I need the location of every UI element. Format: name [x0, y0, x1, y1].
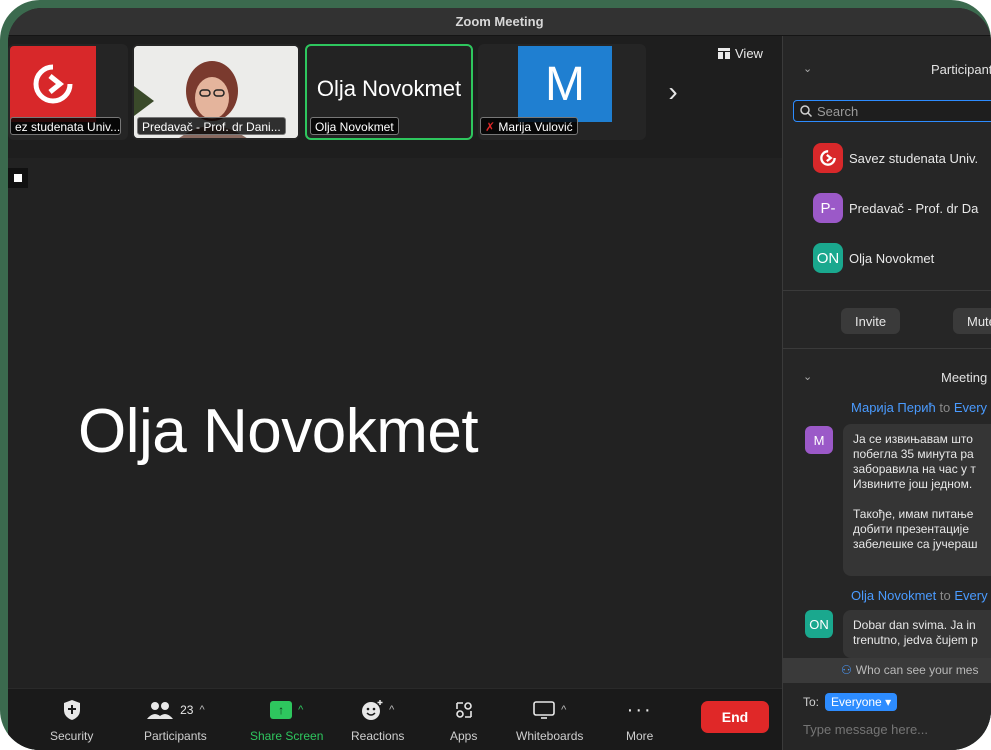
- participant-row[interactable]: ON Olja Novokmet: [813, 243, 935, 273]
- participants-label: Participants: [144, 729, 207, 743]
- caret-up-icon[interactable]: ^: [389, 704, 394, 716]
- smiley-icon: [362, 700, 383, 720]
- chat-message: Ја се извињавам што побегла 35 минута ра…: [843, 424, 991, 576]
- participant-row[interactable]: P- Predavač - Prof. dr Da: [813, 193, 979, 223]
- security-label: Security: [50, 729, 94, 743]
- chat-panel-title: Meeting (: [941, 370, 991, 385]
- savez-logo-icon: [33, 64, 73, 104]
- participants-panel-title: Participant: [931, 62, 991, 77]
- share-screen-icon: ↑: [270, 701, 293, 719]
- participants-panel-header: ⌄ Participant: [783, 52, 991, 86]
- avatar: ON: [813, 243, 843, 273]
- participants-count: 23: [180, 703, 194, 717]
- avatar: P-: [813, 193, 843, 223]
- participant-row[interactable]: Savez studenata Univ.: [813, 143, 979, 173]
- mute-all-button[interactable]: Mute A: [953, 308, 991, 334]
- caret-up-icon[interactable]: ^: [298, 704, 303, 716]
- view-button[interactable]: View: [718, 44, 763, 62]
- participants-button[interactable]: 23 ^ Participants: [144, 695, 207, 743]
- zoom-window: Zoom Meeting ez studenata Univ... Predav…: [8, 8, 991, 750]
- more-label: More: [626, 729, 654, 743]
- apps-button[interactable]: Apps: [450, 695, 477, 743]
- tile-participant-name: Olja Novokmet: [316, 76, 462, 101]
- participants-icon: [147, 702, 174, 719]
- main-speaker-name: Olja Novokmet: [78, 397, 479, 466]
- more-dots-icon: ···: [626, 698, 653, 721]
- grid-view-icon: [718, 47, 730, 59]
- security-button[interactable]: Security: [50, 695, 93, 743]
- reactions-label: Reactions: [351, 729, 405, 743]
- view-label: View: [735, 45, 763, 61]
- muted-mic-icon: ✗: [485, 120, 496, 134]
- people-icon: ⚇: [841, 663, 852, 677]
- whiteboards-label: Whiteboards: [516, 729, 584, 743]
- caret-up-icon[interactable]: ^: [199, 704, 204, 716]
- divider: [783, 348, 991, 349]
- whiteboard-icon: [533, 701, 555, 719]
- chat-sender: Olja Novokmet to Every: [851, 588, 988, 603]
- savez-avatar: [813, 143, 843, 173]
- collapse-chevron-icon[interactable]: ⌄: [803, 62, 812, 75]
- more-button[interactable]: ··· More: [626, 695, 654, 744]
- tile-label: ez studenata Univ...: [10, 117, 122, 135]
- avatar: ON: [805, 610, 833, 638]
- tile-label: Predavač - Prof. dr Dani...: [137, 117, 286, 135]
- side-panel: ⌄ Participant Search Savez studenata Uni: [782, 36, 991, 750]
- caret-down-icon: ▾: [885, 695, 892, 709]
- window-title: Zoom Meeting: [8, 8, 991, 36]
- chat-message: Dobar dan svima. Ja in trenutno, jedva č…: [843, 610, 991, 658]
- avatar: M: [805, 426, 833, 454]
- participant-search[interactable]: Search: [793, 100, 991, 122]
- next-page-arrow-icon[interactable]: ›: [658, 74, 688, 110]
- to-label: To:: [803, 695, 820, 709]
- video-tile-marija[interactable]: M ✗ Marija Vulović: [478, 44, 646, 140]
- caret-up-icon[interactable]: ^: [561, 704, 566, 716]
- recipient-row: To: Everyone ▾: [803, 693, 898, 711]
- participant-name: Savez studenata Univ.: [849, 150, 979, 166]
- search-icon: [800, 105, 812, 117]
- end-meeting-button[interactable]: End: [701, 701, 769, 733]
- chat-panel-header: ⌄ Meeting (: [783, 360, 991, 394]
- recipient-dropdown[interactable]: Everyone ▾: [825, 693, 898, 711]
- whiteboards-button[interactable]: ^ Whiteboards: [516, 695, 583, 743]
- video-area: ez studenata Univ... Predavač - Prof. dr…: [8, 36, 782, 688]
- savez-logo: [10, 46, 96, 122]
- video-tile-olja[interactable]: Olja Novokmet Olja Novokmet: [305, 44, 473, 140]
- divider: [783, 290, 991, 291]
- tile-label: Olja Novokmet: [310, 117, 399, 135]
- stop-icon[interactable]: [8, 168, 28, 188]
- chat-sender: Марија Перић to Every: [851, 400, 988, 415]
- participant-name: Olja Novokmet: [849, 250, 935, 266]
- device-frame: Zoom Meeting ez studenata Univ... Predav…: [0, 0, 991, 750]
- video-tile-savez[interactable]: ez studenata Univ...: [8, 44, 128, 140]
- meeting-toolbar: Security 23 ^ Participants ↑ ^ Share Scr…: [8, 688, 782, 750]
- collapse-chevron-icon[interactable]: ⌄: [803, 370, 812, 383]
- share-screen-label: Share Screen: [250, 729, 324, 743]
- invite-button[interactable]: Invite: [841, 308, 901, 334]
- video-tile-predavac[interactable]: Predavač - Prof. dr Dani...: [132, 44, 300, 140]
- apps-label: Apps: [450, 729, 478, 743]
- tile-label: ✗ Marija Vulović: [480, 117, 578, 135]
- savez-logo-icon: [820, 150, 836, 166]
- shield-icon: [63, 700, 80, 720]
- participant-name: Predavač - Prof. dr Da: [849, 200, 979, 216]
- avatar: M: [518, 46, 612, 122]
- apps-icon: [455, 702, 472, 718]
- share-screen-button[interactable]: ↑ ^ Share Screen: [250, 695, 323, 743]
- main-speaker-view: Olja Novokmet: [8, 158, 782, 688]
- chat-message-input[interactable]: [803, 722, 983, 737]
- search-placeholder: Search: [817, 103, 859, 119]
- divider: [783, 682, 991, 683]
- reactions-button[interactable]: ^ Reactions: [351, 695, 404, 743]
- video-strip: ez studenata Univ... Predavač - Prof. dr…: [8, 44, 782, 144]
- who-can-see-banner[interactable]: ⚇ Who can see your mes: [783, 658, 991, 682]
